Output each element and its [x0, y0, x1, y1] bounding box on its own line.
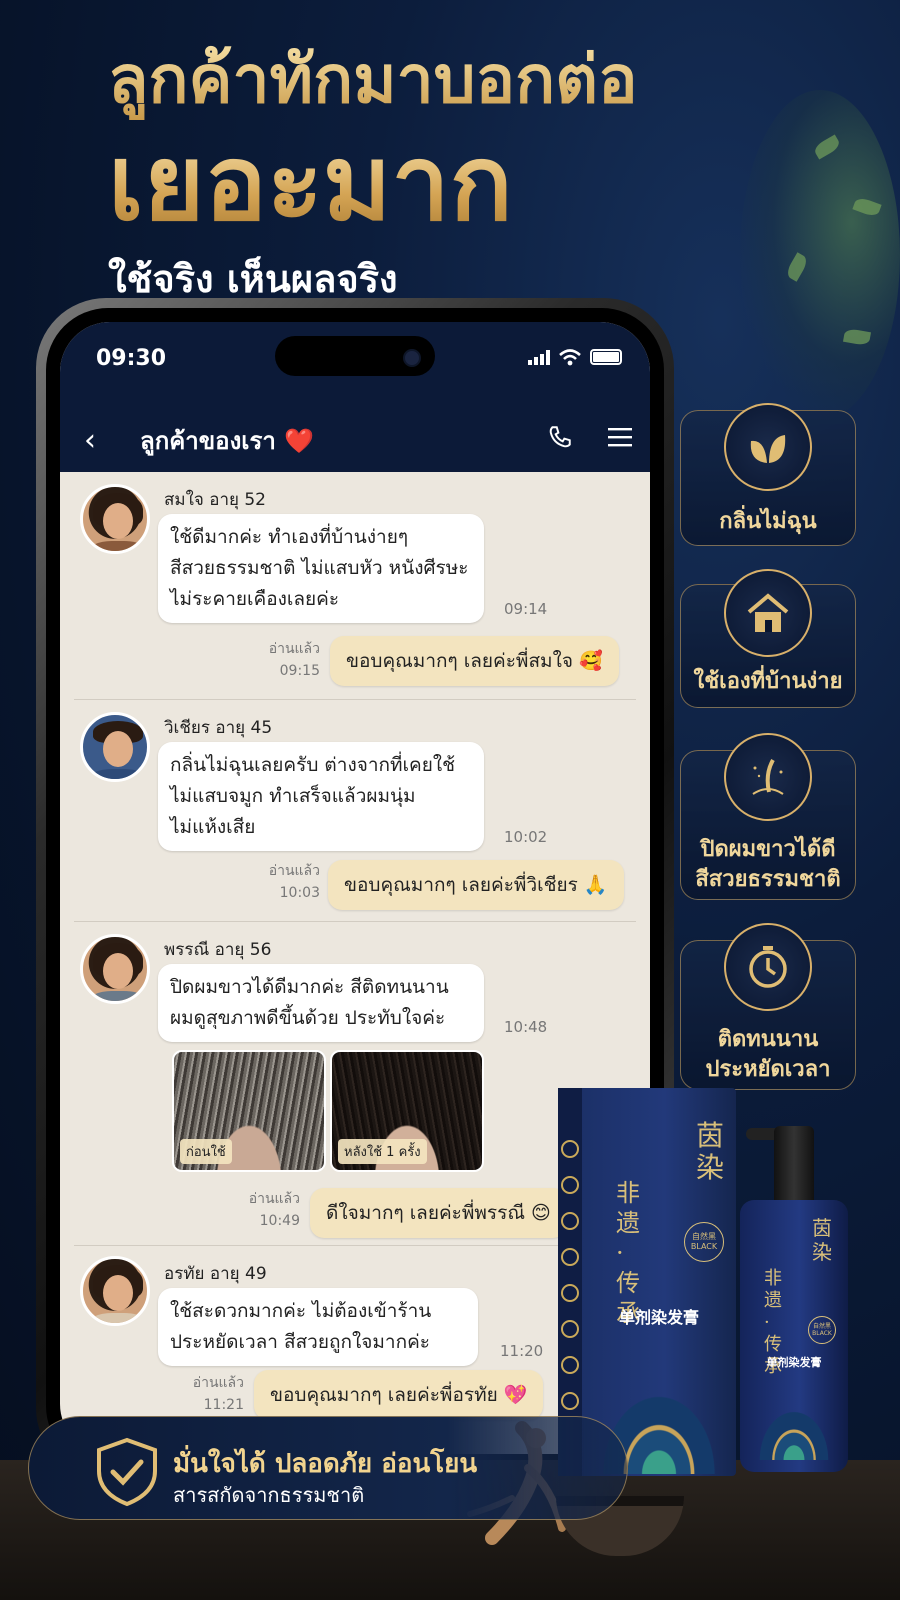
peacock-pattern	[754, 1404, 834, 1460]
message-line: ไม่แสบจมูก ทำเสร็จแล้วผมนุ่ม	[170, 785, 416, 807]
reply-time: 11:21	[203, 1397, 244, 1413]
feature-card-home: ใช้เองที่บ้านง่าย	[680, 569, 856, 708]
read-receipt: อ่านแล้ว 10:49	[234, 1188, 300, 1232]
incoming-bubble: ใช้ดีมากค่ะ ทำเองที่บ้านง่ายๆ สีสวยธรรมช…	[158, 514, 484, 623]
message-line: ใช้สะดวกมากค่ะ ไม่ต้องเข้าร้าน	[170, 1300, 432, 1322]
hair-strand-icon	[724, 733, 812, 821]
after-photo[interactable]: หลังใช้ 1 ครั้ง	[330, 1050, 484, 1172]
chat-header: ‹ ลูกค้าของเรา ❤️	[60, 408, 650, 472]
outgoing-bubble: ดีใจมากๆ เลยค่ะพี่พรรณี 😊	[310, 1188, 567, 1238]
message-line: ใช้ดีมากค่ะ ทำเองที่บ้านง่ายๆ	[170, 526, 409, 548]
herb-icon	[561, 1140, 579, 1158]
bottle-product-name: 单剂染发膏	[766, 1356, 822, 1369]
bottle-pump	[774, 1126, 814, 1206]
message-line: ประหยัดเวลา สีสวยถูกใจมากค่ะ	[170, 1331, 431, 1353]
herb-icon	[561, 1284, 579, 1302]
shield-check-icon	[97, 1437, 157, 1507]
message-group: สมใจ อายุ 52 ใช้ดีมากค่ะ ทำเองที่บ้านง่า…	[74, 472, 636, 700]
avatar	[80, 484, 150, 554]
dynamic-island	[275, 336, 435, 376]
battery-icon	[590, 349, 622, 365]
feature-card-scent: กลิ่นไม่ฉุน	[680, 403, 856, 546]
status-bar: 09:30	[60, 322, 650, 408]
message-group: วิเชียร อายุ 45 กลิ่นไม่ฉุนเลยครับ ต่างจ…	[74, 700, 636, 922]
feature-label: ปิดผมขาวได้ดี	[700, 837, 836, 862]
sender-name: สมใจ อายุ 52	[164, 490, 266, 510]
outgoing-bubble: ขอบคุณมากๆ เลยค่ะพี่สมใจ 🥰	[330, 636, 619, 686]
message-group: พรรณี อายุ 56 ปิดผมขาวได้ดีมากค่ะ สีติดท…	[74, 922, 636, 1246]
herb-icon	[561, 1212, 579, 1230]
wifi-icon	[559, 349, 581, 366]
message-line: ไม่แห้งเสีย	[170, 816, 256, 838]
herb-icon	[561, 1392, 579, 1410]
feature-label: สีสวยธรรมชาติ	[695, 867, 841, 892]
message-line: ไม่ระคายเคืองเลยค่ะ	[170, 588, 340, 610]
banner-title: มั่นใจได้ ปลอดภัย อ่อนโยน	[173, 1449, 478, 1479]
feature-label: กลิ่นไม่ฉุน	[719, 509, 817, 534]
message-time: 10:02	[504, 828, 548, 846]
phone-icon[interactable]	[530, 424, 590, 457]
sender-name: พรรณี อายุ 56	[164, 940, 272, 960]
avatar	[80, 1256, 150, 1326]
avatar	[80, 712, 150, 782]
read-receipt: อ่านแล้ว 09:15	[254, 638, 320, 682]
incoming-bubble: ใช้สะดวกมากค่ะ ไม่ต้องเข้าร้าน ประหยัดเว…	[158, 1288, 478, 1366]
incoming-bubble: ปิดผมขาวได้ดีมากค่ะ สีติดทนนาน ผมดูสุขภา…	[158, 964, 484, 1042]
message-line: ผมดูสุขภาพดีขึ้นด้วย ประทับใจค่ะ	[170, 1007, 446, 1029]
message-line: กลิ่นไม่ฉุนเลยครับ ต่างจากที่เคยใช้	[170, 754, 456, 776]
menu-icon[interactable]	[590, 425, 650, 455]
outgoing-bubble: ขอบคุณมากๆ เลยค่ะพี่อรทัย 💖	[254, 1370, 544, 1420]
headline-line-2: เยอะมาก	[108, 124, 638, 242]
feature-label: ใช้เองที่บ้านง่าย	[693, 669, 843, 694]
herb-icon	[561, 1356, 579, 1374]
chat-title: ลูกค้าของเรา ❤️	[140, 426, 315, 455]
before-photo[interactable]: ก่อนใช้	[172, 1050, 326, 1172]
trust-banner: มั่นใจได้ ปลอดภัย อ่อนโยน สารสกัดจากธรรม…	[28, 1416, 628, 1520]
reply-time: 09:15	[279, 663, 320, 679]
signal-icon	[528, 349, 550, 365]
clock-icon	[724, 923, 812, 1011]
sender-name: อรทัย อายุ 49	[164, 1264, 267, 1284]
box-badge: 自然黑 BLACK	[684, 1222, 724, 1262]
feature-card-gray-cover: ปิดผมขาวได้ดี สีสวยธรรมชาติ	[680, 733, 856, 900]
headline-line-1: ลูกค้าทักมาบอกต่อ	[108, 41, 638, 118]
feature-label: ติดทนนาน	[717, 1027, 819, 1052]
read-receipt: อ่านแล้ว 11:21	[178, 1372, 244, 1416]
feature-card-long-lasting: ติดทนนาน ประหยัดเวลา	[680, 923, 856, 1090]
avatar	[80, 934, 150, 1004]
herb-icon	[561, 1176, 579, 1194]
box-brand: 茵染	[696, 1119, 725, 1184]
message-line: ปิดผมขาวได้ดีมากค่ะ สีติดทนนาน	[170, 976, 449, 998]
leaf-icon	[724, 403, 812, 491]
read-label: อ่านแล้ว	[268, 863, 320, 879]
reply-time: 10:49	[259, 1213, 300, 1229]
status-time: 09:30	[96, 346, 167, 371]
before-label: ก่อนใช้	[180, 1139, 232, 1164]
bottle-brand: 茵染	[812, 1216, 832, 1264]
read-label: อ่านแล้ว	[248, 1191, 300, 1207]
message-time: 10:48	[504, 1018, 548, 1036]
feature-label: ประหยัดเวลา	[705, 1057, 831, 1082]
read-label: อ่านแล้ว	[268, 641, 320, 657]
box-product-name: 单剂染发膏	[618, 1308, 699, 1327]
herb-icon	[561, 1248, 579, 1266]
headline: ลูกค้าทักมาบอกต่อ เยอะมาก ใช้จริง เห็นผล…	[108, 40, 638, 309]
sender-name: วิเชียร อายุ 45	[164, 718, 273, 738]
message-line: สีสวยธรรมชาติ ไม่แสบหัว หนังศีรษะ	[170, 557, 469, 579]
read-receipt: อ่านแล้ว 10:03	[254, 860, 320, 904]
bottle-badge: 自然黑 BLACK	[808, 1316, 836, 1344]
herb-icon	[561, 1320, 579, 1338]
message-time: 09:14	[504, 600, 548, 618]
outgoing-bubble: ขอบคุณมากๆ เลยค่ะพี่วิเชียร 🙏	[328, 860, 624, 910]
back-chevron-icon[interactable]: ‹	[60, 423, 120, 458]
message-time: 11:20	[500, 1342, 544, 1360]
read-label: อ่านแล้ว	[192, 1375, 244, 1391]
background-foliage	[740, 90, 900, 420]
banner-subtitle: สารสกัดจากธรรมชาติ	[173, 1483, 365, 1507]
after-label: หลังใช้ 1 ครั้ง	[338, 1139, 427, 1164]
reply-time: 10:03	[279, 885, 320, 901]
house-icon	[724, 569, 812, 657]
incoming-bubble: กลิ่นไม่ฉุนเลยครับ ต่างจากที่เคยใช้ ไม่แ…	[158, 742, 484, 851]
